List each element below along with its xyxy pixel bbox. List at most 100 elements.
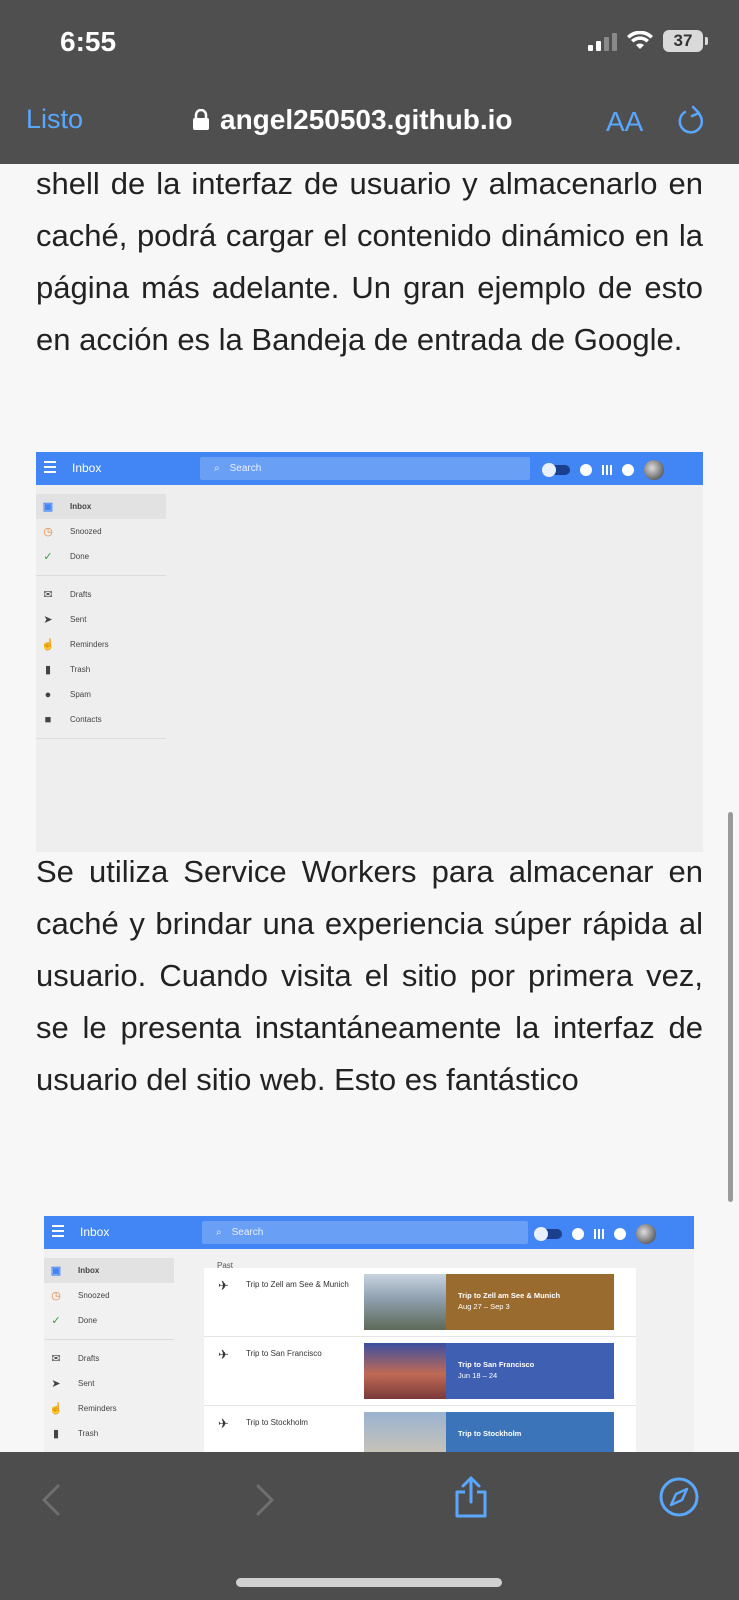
home-indicator[interactable]: [236, 1578, 502, 1587]
share-icon[interactable]: [452, 1474, 490, 1520]
notifications-icon: [614, 1228, 626, 1240]
trip-photo: [364, 1412, 446, 1452]
avatar: [644, 460, 664, 480]
inbox-search-bar: ⌕ Search: [202, 1221, 528, 1244]
list-item: ✈ Trip to Zell am See & Munich Trip to Z…: [204, 1268, 636, 1337]
drafts-icon: ✉: [51, 1353, 61, 1365]
trip-card-title: Trip to Zell am See & Munich: [458, 1291, 561, 1300]
sidebar-item-sent: ➤ Sent: [36, 607, 166, 632]
sidebar-item-label: Trash: [70, 665, 91, 674]
sidebar-item-label: Sent: [70, 615, 87, 624]
trip-card: Trip to Stockholm: [364, 1412, 614, 1452]
trip-name: Trip to San Francisco: [246, 1349, 322, 1358]
status-icons: 37: [588, 30, 708, 52]
scrollbar[interactable]: [728, 812, 733, 1202]
trip-card: Trip to Zell am See & Munich Aug 27 – Sep…: [364, 1274, 614, 1330]
toggle-icon: [534, 1227, 562, 1241]
sidebar-item-inbox: ▣ Inbox: [44, 1258, 174, 1283]
inbox-sidebar: ▣ Inbox ◷ Snoozed ✓ Done ✉ Drafts ➤ Sent ☝ Rem…: [36, 494, 166, 745]
list-item: ✈ Trip to San Francisco Trip to San Fran…: [204, 1337, 636, 1406]
inbox-header: Inbox ⌕ Search: [44, 1216, 694, 1249]
sidebar-item-label: Snoozed: [70, 527, 102, 536]
inbox-search-placeholder: Search: [231, 1227, 264, 1238]
web-content[interactable]: shell de la interfaz de usuario y almace…: [0, 164, 739, 1452]
trip-list: ✈ Trip to Zell am See & Munich Trip to Z…: [204, 1268, 636, 1452]
lock-icon: [193, 109, 209, 130]
wifi-icon: [627, 31, 653, 49]
article-paragraph: Se utiliza Service Workers para almacena…: [36, 854, 703, 1097]
sidebar-divider: [36, 738, 166, 739]
inbox-screenshot: Inbox ⌕ Search ▣ Inbox ◷ Snoozed ✓ Done ✉ Dra…: [44, 1216, 694, 1452]
trip-card-title: Trip to Stockholm: [458, 1429, 522, 1438]
sidebar-item-label: Reminders: [78, 1404, 117, 1413]
plane-icon: ✈: [218, 1416, 229, 1431]
inbox-search-placeholder: Search: [229, 463, 262, 474]
clock-icon: ◷: [51, 1290, 61, 1302]
sidebar-item-label: Inbox: [70, 502, 92, 511]
apps-grid-icon: [594, 1229, 604, 1239]
contacts-icon: ■: [44, 713, 52, 726]
back-icon[interactable]: [40, 1482, 64, 1518]
sidebar-item-label: Snoozed: [78, 1291, 110, 1300]
hangouts-icon: [572, 1228, 584, 1240]
cellular-signal-icon: [588, 31, 617, 51]
sidebar-item-snoozed: ◷ Snoozed: [44, 1283, 174, 1308]
trip-card-dates: Jun 18 – 24: [458, 1371, 498, 1380]
sidebar-item-trash: ▮ Trash: [36, 657, 166, 682]
inbox-header-icons: [542, 460, 664, 480]
inbox-screenshot: Inbox ⌕ Search ▣ Inbox ◷ Snoozed ✓ Done ✉ Dra…: [36, 452, 703, 852]
sidebar-item-done: ✓ Done: [36, 544, 166, 569]
trip-photo: [364, 1343, 446, 1399]
url-field[interactable]: angel250503.github.io: [192, 104, 513, 136]
battery-indicator: 37: [663, 30, 708, 52]
sidebar-item-spam: ● Spam: [36, 682, 166, 707]
trip-card-title: Trip to San Francisco: [458, 1360, 535, 1369]
sidebar-item-label: Drafts: [78, 1354, 100, 1363]
safari-compass-icon[interactable]: [658, 1476, 700, 1518]
reload-icon[interactable]: [676, 104, 706, 136]
sidebar-item-label: Done: [78, 1316, 98, 1325]
url-text: angel250503.github.io: [220, 104, 513, 135]
inbox-header: Inbox ⌕ Search: [36, 452, 703, 485]
sidebar-item-label: Sent: [78, 1379, 95, 1388]
spam-icon: ●: [44, 688, 52, 701]
forward-icon[interactable]: [252, 1482, 276, 1518]
inbox-search-bar: ⌕ Search: [200, 457, 530, 480]
inbox-title: Inbox: [80, 1225, 110, 1239]
trip-name: Trip to Zell am See & Munich: [246, 1280, 349, 1289]
reminder-icon: ☝: [49, 1403, 63, 1415]
sidebar-item-label: Trash: [78, 1429, 99, 1438]
menu-icon: [52, 1225, 64, 1240]
avatar: [636, 1224, 656, 1244]
trip-card-label: Trip to Stockholm: [446, 1412, 614, 1452]
send-icon: ➤: [51, 1378, 61, 1390]
article-paragraph: shell de la interfaz de usuario y almace…: [36, 166, 703, 357]
sidebar-item-label: Drafts: [70, 590, 92, 599]
search-icon: ⌕: [214, 463, 220, 474]
done-button[interactable]: Listo: [26, 104, 83, 135]
sidebar-item-label: Inbox: [78, 1266, 100, 1275]
trip-name: Trip to Stockholm: [246, 1418, 308, 1427]
plane-icon: ✈: [218, 1278, 229, 1293]
trip-card: Trip to San Francisco Jun 18 – 24: [364, 1343, 614, 1399]
sidebar-item-contacts: ■ Contacts: [36, 707, 166, 732]
notifications-icon: [622, 464, 634, 476]
browser-top-bar: 6:55 37 Listo angel250503.github.io AA: [0, 0, 739, 164]
sidebar-divider: [36, 575, 166, 576]
trip-photo: [364, 1274, 446, 1330]
text-size-button[interactable]: AA: [606, 106, 643, 138]
inbox-sidebar: ▣ Inbox ◷ Snoozed ✓ Done ✉ Drafts ➤ Sent ☝ Rem…: [44, 1258, 174, 1446]
sidebar-item-drafts: ✉ Drafts: [44, 1346, 174, 1371]
drafts-icon: ✉: [43, 589, 53, 601]
sidebar-item-label: Reminders: [70, 640, 109, 649]
toggle-icon: [542, 463, 570, 477]
inbox-icon: ▣: [50, 1265, 62, 1277]
plane-icon: ✈: [218, 1347, 229, 1362]
sidebar-item-label: Done: [70, 552, 90, 561]
trip-card-label: Trip to Zell am See & Munich Aug 27 – Sep…: [446, 1274, 614, 1330]
sidebar-item-inbox: ▣ Inbox: [36, 494, 166, 519]
check-icon: ✓: [43, 551, 53, 563]
apps-grid-icon: [602, 465, 612, 475]
send-icon: ➤: [43, 614, 53, 626]
trip-card-dates: Aug 27 – Sep 3: [458, 1302, 510, 1311]
